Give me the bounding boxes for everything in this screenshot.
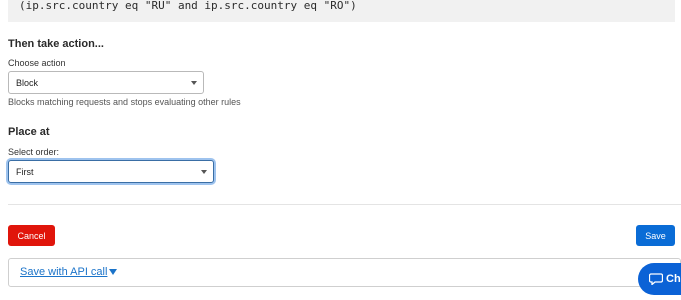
- save-with-api-call-link[interactable]: Save with API call: [20, 266, 118, 278]
- chat-bubble-icon: [649, 273, 663, 285]
- select-order-label: Select order:: [8, 147, 60, 157]
- chat-button[interactable]: Ch: [638, 263, 681, 295]
- expression-preview: (ip.src.country eq "RU" and ip.src.count…: [8, 0, 675, 22]
- api-link-label: Save with API call: [20, 266, 108, 278]
- order-select-value: First: [16, 166, 34, 177]
- action-select-value: Block: [16, 77, 39, 88]
- chevron-down-icon: [201, 169, 207, 174]
- api-call-panel: Save with API call: [8, 258, 681, 287]
- action-section-heading: Then take action...: [8, 38, 104, 50]
- caret-down-icon: [109, 269, 118, 275]
- order-select[interactable]: First: [8, 160, 214, 183]
- cancel-button[interactable]: Cancel: [8, 225, 55, 246]
- place-section-heading: Place at: [8, 126, 50, 138]
- chat-label: Ch: [666, 273, 681, 285]
- action-select[interactable]: Block: [8, 71, 204, 94]
- divider: [8, 204, 681, 205]
- rule-editor-page: (ip.src.country eq "RU" and ip.src.count…: [0, 0, 681, 300]
- chevron-down-icon: [191, 80, 197, 85]
- action-help-text: Blocks matching requests and stops evalu…: [8, 97, 241, 107]
- choose-action-label: Choose action: [8, 58, 66, 68]
- save-button[interactable]: Save: [636, 225, 675, 246]
